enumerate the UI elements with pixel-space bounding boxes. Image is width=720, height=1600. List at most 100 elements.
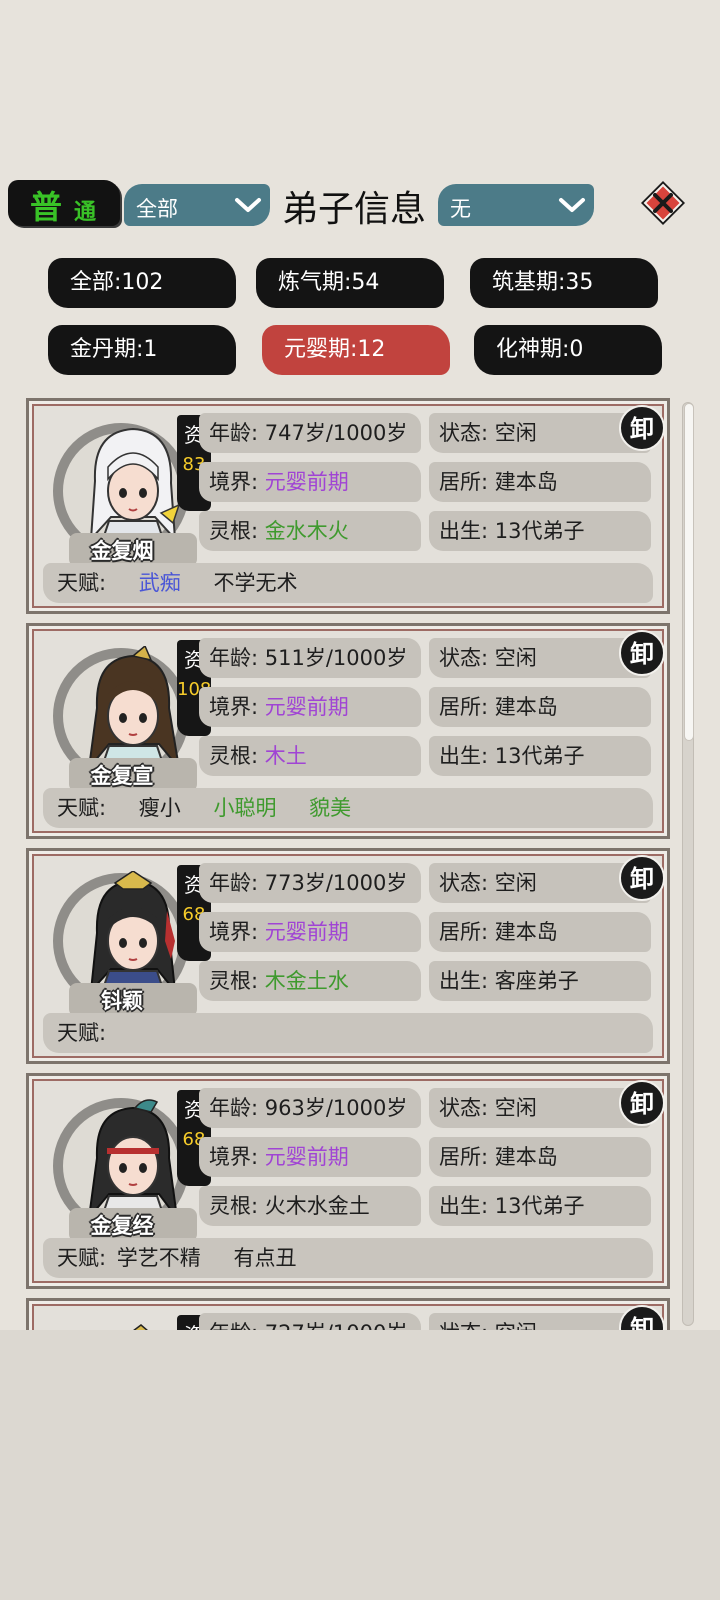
talent-label: 天赋:	[57, 571, 107, 595]
talent-tag: 不学无术	[213, 571, 298, 595]
disciple-card[interactable]: 资 68 金复经 年龄: 963岁/1000岁 状态: 空闲 境界: 元婴前期 …	[26, 1073, 670, 1289]
age-field: 年龄: 727岁/1000岁	[199, 1313, 421, 1330]
talent-label: 天赋:	[57, 796, 107, 820]
state-field: 状态: 空闲	[429, 863, 651, 903]
portrait-icon	[89, 871, 177, 1001]
residence-field: 居所: 建本岛	[429, 462, 651, 502]
sort-dropdown-value: 无	[450, 197, 471, 221]
birth-label: 出生:	[439, 519, 489, 543]
stage-filter-foundation[interactable]: 筑基期:35	[470, 258, 658, 308]
spirit-root-value: 金水木火	[264, 519, 349, 543]
mode-label-big: 普	[30, 188, 63, 226]
unload-badge-button[interactable]: 卸	[619, 855, 665, 901]
state-label: 状态:	[439, 1096, 489, 1120]
state-value: 空闲	[494, 1096, 537, 1120]
stage-filter-qi-refining[interactable]: 炼气期:54	[256, 258, 444, 308]
residence-value: 建本岛	[494, 1145, 558, 1169]
unload-badge-button[interactable]: 卸	[619, 1080, 665, 1126]
realm-value: 元婴前期	[264, 695, 349, 719]
list-scrollbar[interactable]	[682, 402, 694, 1326]
chevron-down-icon	[235, 198, 261, 212]
disciple-card[interactable]: 资 83 金复烟 年龄: 747岁/1000岁 状态: 空闲 境界: 元婴前期 …	[26, 398, 670, 614]
talent-tag: 有点丑	[233, 1246, 297, 1270]
disciple-card[interactable]: 资 108 金复宣 年龄: 511岁/1000岁 状态: 空闲 境界: 元婴前期…	[26, 623, 670, 839]
category-dropdown-value: 全部	[136, 197, 178, 221]
mode-label-small: 通	[74, 200, 97, 225]
realm-value: 元婴前期	[264, 1145, 349, 1169]
residence-label: 居所:	[439, 470, 489, 494]
disciple-name: 金复经	[90, 1214, 154, 1238]
category-dropdown[interactable]: 全部	[124, 184, 270, 226]
close-button[interactable]	[640, 180, 686, 226]
birth-field: 出生: 13代弟子	[429, 736, 651, 776]
talent-row: 天赋: 学艺不精 有点丑	[43, 1238, 653, 1278]
disciple-name: 金复烟	[90, 539, 154, 563]
age-field: 年龄: 773岁/1000岁	[199, 863, 421, 903]
talent-row: 天赋:	[43, 1013, 653, 1053]
background-lower	[0, 1330, 720, 1600]
talent-tag: 武痴	[138, 571, 181, 595]
state-field: 状态: 空闲	[429, 638, 651, 678]
age-field: 年龄: 747岁/1000岁	[199, 413, 421, 453]
disciple-avatar: 资	[47, 1309, 217, 1330]
age-value: 511岁/1000岁	[264, 646, 408, 670]
portrait-icon	[133, 1324, 148, 1330]
age-label: 年龄:	[209, 1321, 258, 1330]
disciple-list[interactable]: 资 83 金复烟 年龄: 747岁/1000岁 状态: 空闲 境界: 元婴前期 …	[22, 398, 682, 1330]
state-field: 状态: 空闲	[429, 1088, 651, 1128]
talent-tag: 小聪明	[213, 796, 277, 820]
portrait-icon	[89, 427, 181, 551]
residence-label: 居所:	[439, 1145, 489, 1169]
realm-label: 境界:	[209, 470, 259, 494]
unload-badge-button[interactable]: 卸	[619, 1305, 665, 1330]
unload-badge-button[interactable]: 卸	[619, 405, 665, 451]
age-value: 963岁/1000岁	[264, 1096, 408, 1120]
realm-field: 境界: 元婴前期	[199, 1137, 421, 1177]
spirit-root-field: 灵根: 木土	[199, 736, 421, 776]
birth-label: 出生:	[439, 744, 489, 768]
spirit-root-field: 灵根: 木金土水	[199, 961, 421, 1001]
age-field: 年龄: 511岁/1000岁	[199, 638, 421, 678]
sort-dropdown[interactable]: 无	[438, 184, 594, 226]
realm-label: 境界:	[209, 1145, 259, 1169]
talent-row: 天赋: 武痴 不学无术	[43, 563, 653, 603]
stage-filter-golden-core[interactable]: 金丹期:1	[48, 325, 236, 375]
stage-filter-nascent-soul[interactable]: 元婴期:12	[262, 325, 450, 375]
age-value: 747岁/1000岁	[264, 421, 408, 445]
age-label: 年龄:	[209, 871, 259, 895]
spirit-root-label: 灵根:	[209, 519, 259, 543]
birth-field: 出生: 客座弟子	[429, 961, 651, 1001]
unload-badge-button[interactable]: 卸	[619, 630, 665, 676]
age-value: 727岁/1000岁	[265, 1321, 408, 1330]
residence-label: 居所:	[439, 920, 489, 944]
realm-field: 境界: 元婴前期	[199, 912, 421, 952]
mode-toggle-button[interactable]: 普 通	[8, 180, 120, 226]
stage-filter-spirit-transformation[interactable]: 化神期:0	[474, 325, 662, 375]
scroll-thumb[interactable]	[684, 403, 694, 741]
age-value: 773岁/1000岁	[264, 871, 408, 895]
stage-filter-all[interactable]: 全部:102	[48, 258, 236, 308]
spirit-root-value: 火木水金土	[264, 1194, 370, 1218]
state-field: 状态: 空闲	[429, 1313, 651, 1330]
spirit-root-label: 灵根:	[209, 744, 259, 768]
state-value: 空闲	[495, 1321, 537, 1330]
residence-field: 居所: 建本岛	[429, 687, 651, 727]
realm-field: 境界: 元婴前期	[199, 687, 421, 727]
disciple-card[interactable]: 资 年龄: 727岁/1000岁 状态: 空闲 卸	[26, 1298, 670, 1330]
portrait-icon	[87, 1099, 179, 1226]
residence-value: 建本岛	[494, 920, 558, 944]
chevron-down-icon	[559, 198, 585, 212]
portrait-icon	[87, 646, 181, 776]
birth-label: 出生:	[439, 969, 489, 993]
talent-tag: 貌美	[309, 796, 352, 820]
age-label: 年龄:	[209, 646, 259, 670]
age-label: 年龄:	[209, 421, 259, 445]
residence-field: 居所: 建本岛	[429, 1137, 651, 1177]
state-value: 空闲	[494, 421, 537, 445]
talent-label: 天赋:	[57, 1021, 107, 1045]
disciple-avatar: 资 108 金复宣	[47, 634, 217, 792]
disciple-card[interactable]: 资 68 钭颖 年龄: 773岁/1000岁 状态: 空闲 境界: 元婴前期 居…	[26, 848, 670, 1064]
spirit-root-field: 灵根: 火木水金土	[199, 1186, 421, 1226]
birth-value: 13代弟子	[494, 744, 585, 768]
birth-value: 客座弟子	[494, 969, 579, 993]
